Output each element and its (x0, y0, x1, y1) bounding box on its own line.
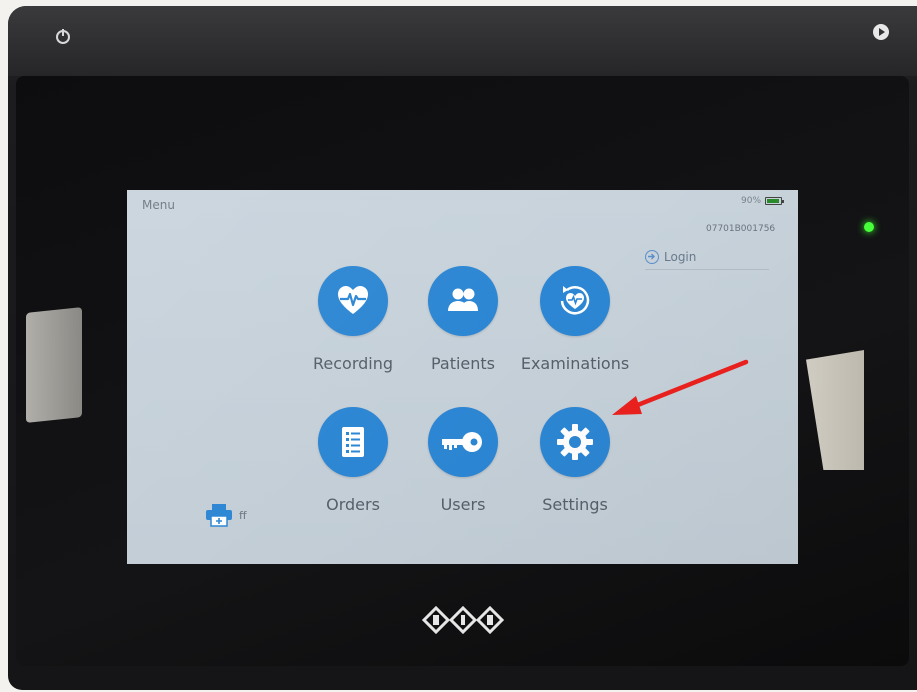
login-label: Login (664, 250, 697, 264)
people-icon (428, 266, 498, 336)
power-button-icon[interactable] (56, 29, 70, 44)
device-top-strip (8, 6, 917, 76)
device-serial: 07701B001756 (706, 224, 776, 234)
printer-status[interactable]: ff (205, 503, 247, 527)
login-arrow-icon (645, 250, 659, 264)
printer-label: ff (239, 508, 247, 522)
menu-recording-label: Recording (312, 354, 394, 373)
menu-orders[interactable]: Orders (298, 407, 408, 537)
login-button[interactable]: Login (645, 245, 769, 270)
heart-refresh-icon (540, 266, 610, 336)
brand-logo (421, 605, 505, 635)
menu-settings-label: Settings (542, 495, 608, 514)
key-icon (428, 407, 498, 477)
menu-orders-label: Orders (326, 495, 380, 514)
printer-icon (206, 504, 232, 527)
menu-recording[interactable]: Recording (298, 266, 408, 396)
heart-pulse-icon (318, 266, 388, 336)
menu-users-label: Users (440, 495, 486, 514)
list-document-icon (318, 407, 388, 477)
menu-patients[interactable]: Patients (408, 266, 518, 396)
reflection-glare (26, 307, 82, 423)
battery-icon (765, 197, 784, 205)
annotation-arrow-icon (612, 359, 749, 415)
status-led (864, 222, 874, 232)
menu-patients-label: Patients (430, 354, 496, 373)
battery-percentage: 90% (741, 196, 762, 206)
page-title: Menu (142, 198, 175, 212)
play-button-icon[interactable] (873, 24, 889, 40)
menu-users[interactable]: Users (408, 407, 518, 537)
